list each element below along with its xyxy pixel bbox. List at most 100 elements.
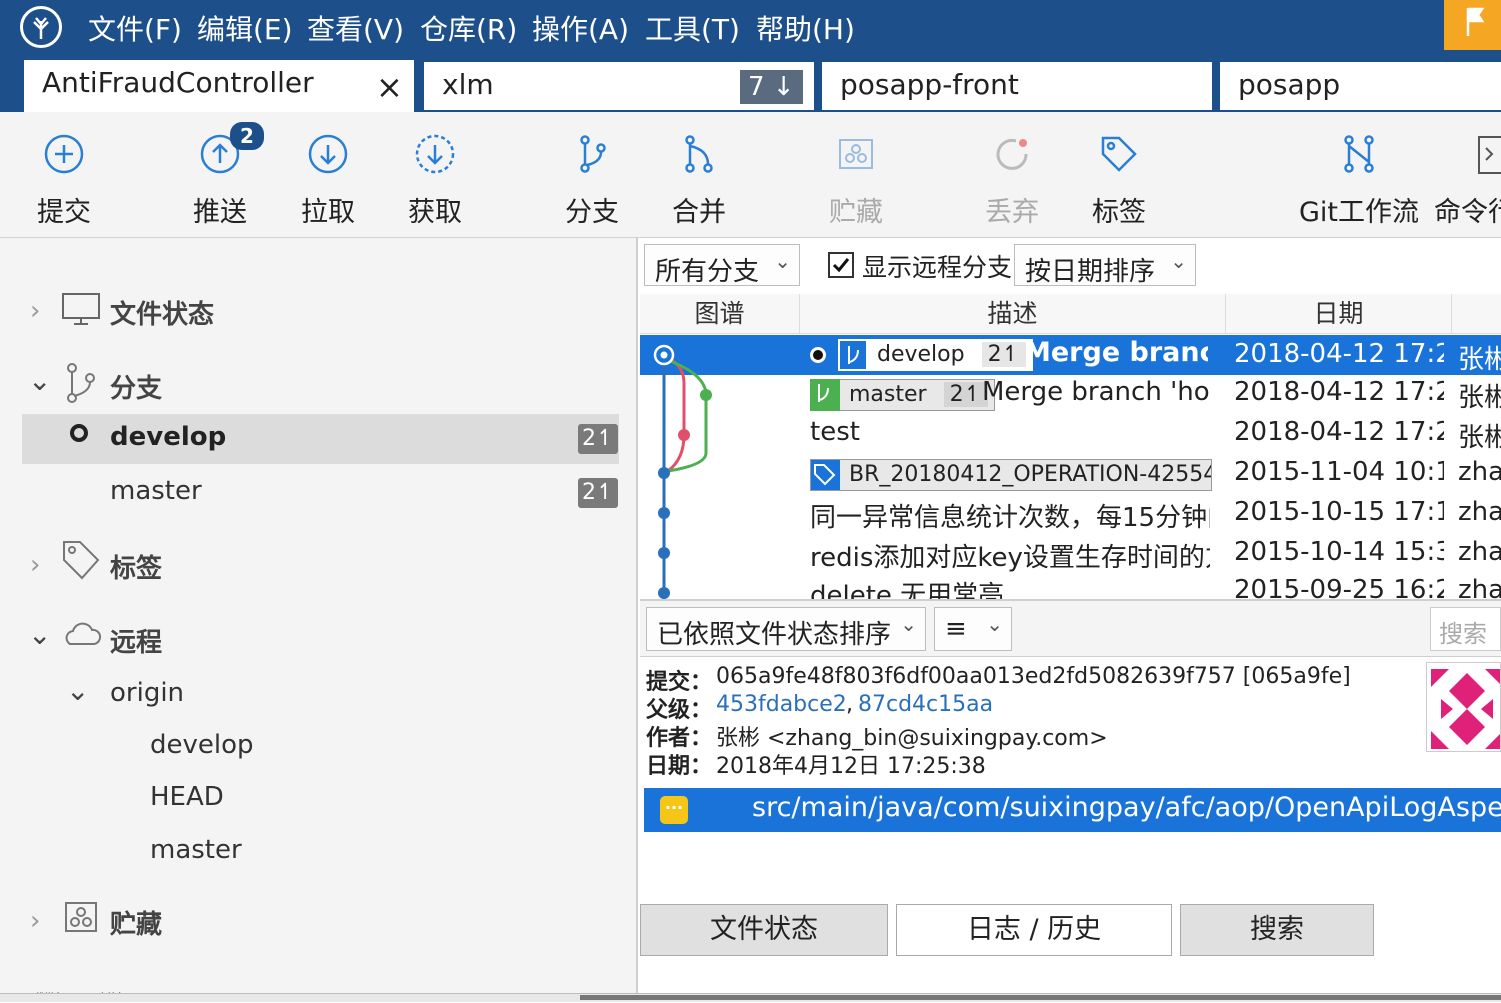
menu-file[interactable]: 文件(F) [88, 8, 182, 48]
fetch-icon [415, 134, 455, 174]
menu-tools[interactable]: 工具(T) [645, 8, 740, 48]
sidebar-item-develop[interactable]: develop 2↿ [22, 414, 619, 464]
tab-search[interactable]: 搜索 [1180, 904, 1374, 956]
merge-label: 合并 [672, 197, 726, 228]
checkmark-icon [832, 258, 850, 273]
tab-file-status[interactable]: 文件状态 [640, 904, 888, 956]
menu-edit[interactable]: 编辑(E) [197, 8, 293, 48]
flag-icon[interactable] [1444, 0, 1501, 50]
sidebar-item-master[interactable]: master 2↿ [22, 468, 619, 518]
tag-icon [1101, 136, 1137, 172]
list-icon: ≡ [945, 614, 967, 644]
discard-label: 丢弃 [985, 197, 1039, 228]
commit-date: 2018-04-12 17:2 [1234, 339, 1444, 369]
parent-hash-link[interactable]: 453fdabce2 [716, 692, 847, 717]
commit-date: 2015-09-25 16:2 [1234, 575, 1444, 599]
commit-author: zha [1458, 497, 1501, 527]
search-input[interactable]: 搜索 [1430, 607, 1501, 651]
tab-label: posapp [1238, 68, 1341, 101]
commit-date: 2015-10-14 15:3 [1234, 537, 1444, 567]
chevron-right-icon: › [30, 906, 41, 936]
menu-bar: 文件(F) 编辑(E) 查看(V) 仓库(R) 操作(A) 工具(T) 帮助(H… [0, 0, 1501, 60]
branch-filter-select[interactable]: 所有分支 ⌄ [644, 244, 800, 287]
stash-label: 贮藏 [829, 197, 883, 228]
tab-xlm[interactable]: xlm 7 ↓ [424, 62, 814, 110]
gitflow-button[interactable]: Git工作流 [1298, 112, 1420, 236]
branch-label: 分支 [565, 197, 619, 228]
commit-author: 张彬 [1458, 345, 1501, 375]
changed-file-row[interactable]: ··· src/main/java/com/suixingpay/afc/aop… [644, 788, 1501, 832]
show-remote-label: 显示远程分支 [862, 253, 1013, 282]
commit-description: 同一异常信息统计次数，每15分钟内 [810, 503, 1210, 533]
commit-hash: 065a9fe48f803f6df00aa013ed2fd5082639f757… [716, 664, 1351, 689]
tab-posapp[interactable]: posapp [1220, 62, 1501, 110]
column-header-date[interactable]: 日期 [1226, 294, 1452, 334]
menu-repository[interactable]: 仓库(R) [420, 8, 517, 48]
commit-list: develop 2↿ Merge branch 2018-04-12 17:2 … [640, 335, 1501, 599]
commit-button[interactable]: 提交 [14, 112, 114, 236]
branch-label-master: master 2↿ [810, 379, 996, 411]
terminal-icon [1478, 136, 1501, 174]
arrow-down-circle-icon [308, 134, 348, 174]
chevron-down-icon: ⌄ [66, 674, 90, 707]
file-path: src/main/java/com/suixingpay/afc/aop/Ope… [752, 792, 1501, 823]
chevron-down-icon: ⌄ [774, 249, 791, 273]
monitor-icon [62, 293, 100, 325]
pull-button[interactable]: 拉取 [278, 112, 378, 236]
chevron-down-icon: ⌄ [900, 612, 917, 636]
sidebar-item-origin-head[interactable]: HEAD [150, 782, 224, 812]
commit-description: delete 无用常亮 [810, 581, 1005, 599]
menu-view[interactable]: 查看(V) [307, 8, 404, 48]
tag-icon [811, 460, 840, 490]
tag-label: 标签 [1092, 197, 1146, 228]
column-header-description[interactable]: 描述 [800, 294, 1226, 334]
merge-icon [685, 135, 713, 173]
tab-label: AntiFraudController [42, 66, 314, 99]
branch-icon [810, 379, 840, 411]
parent-hash-link[interactable]: 87cd4c15aa [858, 692, 993, 717]
sort-select[interactable]: 按日期排序 ⌄ [1014, 244, 1196, 287]
sidebar-label: 贮藏 [110, 910, 163, 940]
merge-button[interactable]: 合并 [649, 112, 749, 236]
stash-icon [65, 902, 97, 932]
terminal-button[interactable]: 命令行 [1430, 112, 1501, 236]
show-remote-checkbox[interactable] [828, 252, 854, 278]
column-header-graph[interactable]: 图谱 [640, 294, 800, 334]
tab-log-history[interactable]: 日志 / 历史 [896, 904, 1172, 956]
toolbar: 提交 2 推送 拉取 获取 分支 合并 贮藏 丢弃 标签 Git工作流 命令行 [0, 112, 1501, 238]
view-mode-select[interactable]: ≡ ⌄ [934, 607, 1012, 651]
chevron-right-icon: › [30, 550, 41, 580]
commit-details: 提交： 065a9fe48f803f6df00aa013ed2fd5082639… [640, 658, 1501, 782]
terminal-label: 命令行 [1434, 197, 1501, 228]
column-header-author[interactable] [1452, 294, 1501, 334]
tab-label: posapp-front [840, 68, 1019, 101]
file-pane-toolbar: 已依照文件状态排序 ⌄ ≡ ⌄ 搜索 [640, 599, 1501, 657]
tab-posapp-front[interactable]: posapp-front [822, 62, 1212, 110]
menu-actions[interactable]: 操作(A) [532, 8, 629, 48]
tag-button[interactable]: 标签 [1069, 112, 1169, 236]
close-icon[interactable]: × [376, 68, 403, 106]
sidebar-item-origin-develop[interactable]: develop [150, 730, 254, 760]
ahead-count: 2↿ [981, 342, 1027, 367]
stash-button[interactable]: 贮藏 [806, 112, 906, 236]
repo-tab-bar: AntiFraudController × xlm 7 ↓ posapp-fro… [0, 60, 1501, 112]
tag-name: BR_20180412_OPERATION-42554_z [849, 462, 1212, 487]
horizontal-scrollbar[interactable] [580, 995, 1501, 1000]
sidebar-item-origin-master[interactable]: master [150, 835, 242, 865]
sidebar-label: 远程 [110, 628, 163, 658]
menu-help[interactable]: 帮助(H) [756, 8, 855, 48]
commit-description: redis添加对应key设置生存时间的方 [810, 543, 1210, 573]
behind-badge: 7 ↓ [740, 70, 803, 104]
select-value: 已依照文件状态排序 [657, 620, 892, 650]
branch-button[interactable]: 分支 [542, 112, 642, 236]
tab-antifraudcontroller[interactable]: AntiFraudController × [24, 60, 414, 112]
branch-name: master [110, 476, 202, 506]
commit-author: zha [1458, 537, 1501, 567]
branch-icon [838, 339, 868, 371]
push-button[interactable]: 2 推送 [170, 112, 270, 236]
file-sort-select[interactable]: 已依照文件状态排序 ⌄ [646, 607, 926, 651]
date-value: 2018年4月12日 17:25:38 [716, 754, 986, 779]
fetch-button[interactable]: 获取 [385, 112, 485, 236]
commit-date: 2018-04-12 17:2 [1234, 377, 1444, 407]
discard-button[interactable]: 丢弃 [962, 112, 1062, 236]
